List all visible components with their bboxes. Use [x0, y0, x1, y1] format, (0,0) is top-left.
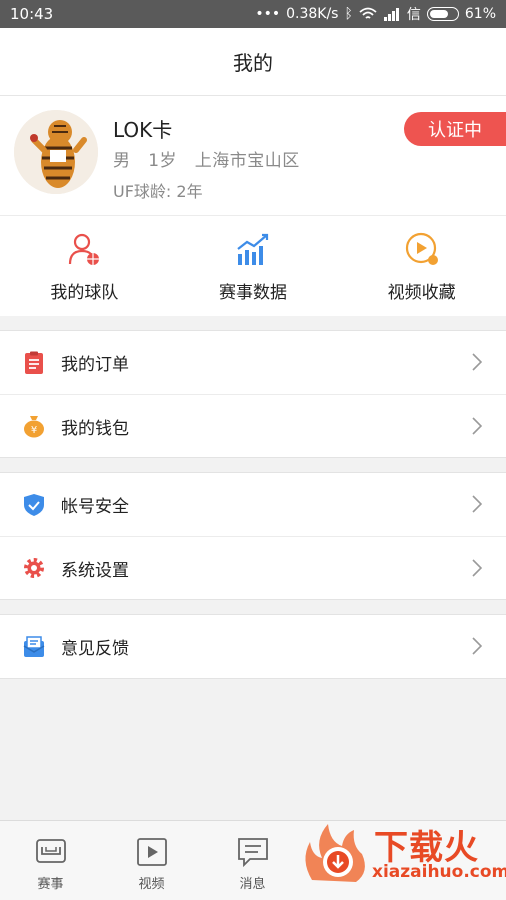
menu-group-feedback: 意见反馈: [0, 614, 506, 679]
menu-group-orders: 我的订单 ¥ 我的钱包: [0, 330, 506, 458]
chevron-right-icon: [472, 495, 482, 513]
profile-details: 男 1岁 上海市宝山区: [113, 146, 300, 171]
tab-messages[interactable]: 消息: [202, 821, 303, 900]
bluetooth-icon: ᛒ: [344, 6, 353, 22]
quick-video-favorites-label: 视频收藏: [387, 283, 456, 303]
menu-my-wallet[interactable]: ¥ 我的钱包: [0, 394, 506, 457]
status-icons: ••• 0.38K/s ᛒ 信 61%: [255, 4, 496, 24]
menu-my-orders[interactable]: 我的订单: [0, 331, 506, 394]
profile-years: UF球龄: 2年: [113, 182, 203, 201]
wifi-icon: [359, 7, 377, 19]
page-title: 我的: [233, 51, 273, 75]
gear-icon: [24, 558, 44, 578]
clock: 10:43: [10, 5, 54, 23]
tab-videos[interactable]: 视频: [101, 821, 202, 900]
profile-age: 1岁: [148, 151, 178, 171]
profile-location: 上海市宝山区: [194, 151, 300, 171]
menu-account-security-label: 帐号安全: [61, 497, 129, 517]
tab-matches-label: 赛事: [37, 877, 64, 892]
quick-match-stats-label: 赛事数据: [219, 283, 287, 303]
carrier-label: 信: [406, 7, 421, 23]
flame-logo-icon: [305, 824, 365, 882]
quick-actions: 我的球队 赛事数据 视频收藏: [0, 216, 506, 316]
avatar[interactable]: [14, 110, 98, 194]
battery-icon: [426, 7, 459, 21]
net-speed: 0.38K/s: [286, 6, 339, 22]
chevron-right-icon: [472, 417, 482, 435]
quick-video-favorites[interactable]: 视频收藏: [337, 216, 506, 316]
team-user-icon: [69, 233, 100, 265]
watermark-subtitle: xiazaihuo.com: [372, 862, 506, 882]
menu-system-settings-label: 系统设置: [61, 560, 129, 581]
menu-account-security[interactable]: 帐号安全: [0, 473, 506, 536]
video-play-icon: [136, 838, 167, 866]
menu-system-settings[interactable]: 系统设置: [0, 536, 506, 599]
tab-videos-label: 视频: [138, 877, 165, 892]
menu-my-wallet-label: 我的钱包: [61, 418, 129, 439]
svg-text:¥: ¥: [31, 425, 37, 436]
menu-feedback[interactable]: 意见反馈: [0, 615, 506, 678]
stats-chart-icon: [237, 233, 269, 265]
quick-my-team[interactable]: 我的球队: [0, 216, 169, 316]
feedback-mail-icon: [23, 635, 45, 657]
menu-feedback-label: 意见反馈: [61, 639, 129, 659]
more-dots-icon: •••: [255, 6, 281, 22]
chevron-right-icon: [472, 559, 482, 577]
tiger-mascot-icon: [14, 110, 98, 194]
profile-name: LOK卡: [113, 118, 173, 142]
profile-card[interactable]: LOK卡 男 1岁 上海市宝山区 UF球龄: 2年 认证中: [0, 96, 506, 216]
tab-messages-label: 消息: [239, 877, 266, 892]
wallet-moneybag-icon: ¥: [24, 416, 44, 438]
menu-group-account: 帐号安全 系统设置: [0, 472, 506, 600]
shield-check-icon: [24, 493, 44, 516]
quick-match-stats[interactable]: 赛事数据: [169, 216, 338, 316]
message-icon: [237, 838, 268, 868]
match-icon: [35, 839, 66, 863]
video-favorite-icon: [405, 232, 438, 265]
status-bar: 10:43 ••• 0.38K/s ᛒ 信 61%: [0, 0, 506, 28]
battery-level: 61%: [464, 6, 496, 22]
profile-gender: 男: [113, 151, 131, 171]
chevron-right-icon: [472, 353, 482, 371]
chevron-right-icon: [472, 637, 482, 655]
watermark-logo: 下载火 xiazaihuo.com: [300, 816, 506, 892]
signal-icon: [383, 8, 399, 21]
verification-badge[interactable]: 认证中: [404, 112, 506, 146]
menu-my-orders-label: 我的订单: [61, 355, 129, 375]
order-clipboard-icon: [25, 351, 43, 374]
page-header: 我的: [0, 28, 506, 96]
tab-matches[interactable]: 赛事: [0, 821, 101, 900]
quick-my-team-label: 我的球队: [50, 283, 119, 303]
